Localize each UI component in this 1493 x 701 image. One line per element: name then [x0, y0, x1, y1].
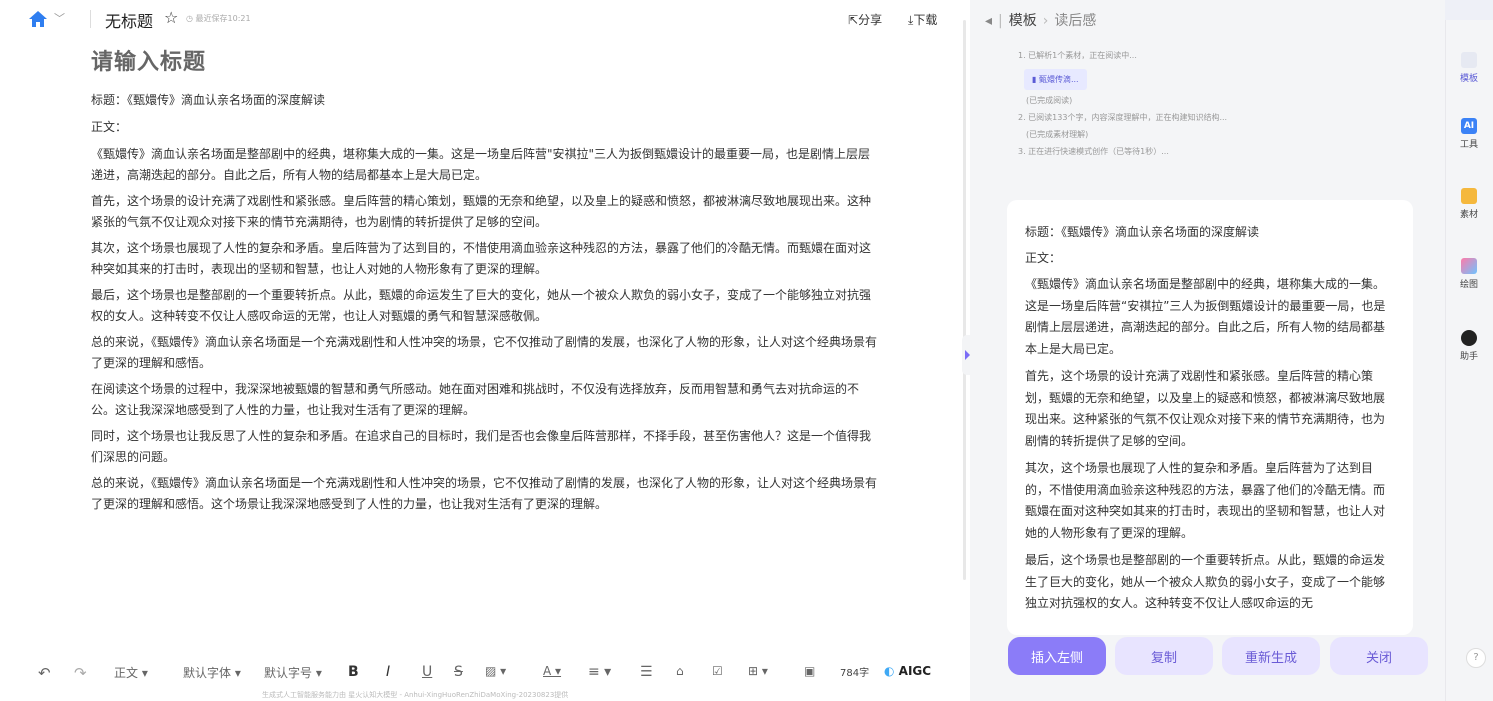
ai-icon: AI	[1461, 118, 1477, 134]
aigc-icon: ◐	[884, 664, 895, 678]
highlight-color-icon[interactable]: ▨ ▾	[485, 664, 506, 678]
clear-format-icon[interactable]: ⌂	[676, 664, 684, 678]
breadcrumb-divider: |	[998, 13, 1003, 29]
title-placeholder[interactable]: 请输入标题	[91, 44, 881, 76]
step-text: (已完成阅读)	[1026, 96, 1073, 105]
step-text: 1. 已解析1个素材，正在阅读中...	[1018, 51, 1137, 60]
rail-item-label: 绘图	[1459, 280, 1478, 290]
editor-scrollbar[interactable]	[963, 20, 966, 580]
top-bar: ﹀ 无标题 ☆ ◷ 最近保存10:21 ⇱分享 ⤓下载	[0, 0, 965, 40]
result-paragraph: 《甄嬛传》滴血认亲名场面是整部剧中的经典，堪称集大成的一集。这是一场皇后阵营“安…	[1025, 277, 1386, 356]
editor-paragraph: 《甄嬛传》滴血认亲名场面是整部剧中的经典，堪称集大成的一集。这是一场皇后阵营"安…	[91, 147, 871, 182]
aigc-label: AIGC	[898, 664, 932, 678]
divider	[90, 10, 91, 28]
rail-item-assistant[interactable]: 助手	[1445, 330, 1493, 362]
editor-paragraph: 其次，这个场景也展现了人性的复杂和矛盾。皇后阵营为了达到目的，不惜使用滴血验亲这…	[91, 241, 872, 276]
table-icon[interactable]: ⊞ ▾	[748, 664, 768, 678]
breadcrumb-chevron-icon: ›	[1042, 13, 1049, 29]
font-family-select[interactable]: 默认字体 ▾	[183, 664, 241, 681]
font-color-icon[interactable]: A ▾	[543, 664, 561, 678]
result-title-line: 标题：《甄嬛传》滴血认亲名场面的深度解读	[1025, 225, 1260, 239]
font-size-value: 默认字号	[264, 666, 313, 680]
help-icon[interactable]: ?	[1466, 648, 1486, 668]
paragraph-style-select[interactable]: 正文 ▾	[114, 664, 148, 681]
rail-item-tools[interactable]: AI 工具	[1445, 118, 1493, 150]
step-text: (已完成素材理解)	[1026, 130, 1089, 139]
breadcrumb-current: 读后感	[1054, 13, 1097, 29]
result-body-label: 正文：	[1025, 251, 1062, 265]
rail-item-label: 模板	[1459, 74, 1478, 84]
list-icon[interactable]: ☰	[640, 664, 653, 680]
editor-paragraph: 在阅读这个场景的过程中，我深深地被甄嬛的智慧和勇气所感动。她在面对困难和挑战时，…	[91, 382, 860, 417]
robot-icon	[1461, 330, 1477, 346]
editor-paragraph: 同时，这个场景也让我反思了人性的复杂和矛盾。在追求自己的目标时，我们是否也会像皇…	[91, 429, 872, 464]
step-text: 3. 正在进行快速模式创作（已等待1秒）...	[1018, 147, 1169, 156]
result-paragraph: 其次，这个场景也展现了人性的复杂和矛盾。皇后阵营为了达到目的，不惜使用滴血验亲这…	[1025, 461, 1386, 540]
editor-paragraph: 总的来说，《甄嬛传》滴血认亲名场面是一个充满戏剧性和人性冲突的场景，它不仅推动了…	[91, 476, 878, 511]
share-button[interactable]: ⇱分享	[848, 11, 882, 28]
undo-icon[interactable]: ↶	[38, 664, 51, 682]
close-button[interactable]: 关闭	[1330, 637, 1428, 675]
folder-icon	[1461, 188, 1477, 204]
editor-paragraph: 首先，这个场景的设计充满了戏剧性和紧张感。皇后阵营的精心策划，甄嬛的无奈和绝望，…	[91, 194, 872, 229]
rail-item-template[interactable]: 模板	[1445, 52, 1493, 84]
word-count: 784字	[840, 668, 870, 679]
download-label: 下载	[913, 13, 938, 27]
save-status-text: 最近保存10:21	[195, 14, 251, 23]
breadcrumb: ◂ | 模板 › 读后感	[985, 10, 1096, 30]
app-root: ﹀ 无标题 ☆ ◷ 最近保存10:21 ⇱分享 ⤓下载 请输入标题 标题：《甄嬛…	[0, 0, 1493, 701]
document-editor[interactable]: 请输入标题 标题：《甄嬛传》滴血认亲名场面的深度解读 正文： 《甄嬛传》滴血认亲…	[91, 44, 881, 520]
editor-paragraph: 最后，这个场景也是整部剧的一个重要转折点。从此，甄嬛的命运发生了巨大的变化，她从…	[91, 288, 872, 323]
star-icon[interactable]: ☆	[164, 8, 178, 27]
breadcrumb-root[interactable]: 模板	[1009, 13, 1037, 29]
redo-icon[interactable]: ↷	[74, 664, 87, 682]
model-footnote: 生成式人工智能服务能力由 星火认知大模型 - Anhui-XingHuoRenZ…	[262, 691, 569, 699]
body-label: 正文：	[91, 120, 128, 134]
insert-left-button[interactable]: 插入左侧	[1008, 637, 1106, 675]
align-icon[interactable]: ≡ ▾	[588, 664, 611, 680]
underline-button[interactable]: U	[422, 664, 432, 680]
rail-item-drawing[interactable]: 绘图	[1445, 258, 1493, 290]
share-icon: ⇱	[848, 13, 859, 27]
drawing-icon	[1461, 258, 1477, 274]
copy-button[interactable]: 复制	[1115, 637, 1213, 675]
file-chip-label: 甄嬛传滴...	[1038, 75, 1079, 84]
regenerate-button[interactable]: 重新生成	[1222, 637, 1320, 675]
editor-paragraph: 总的来说，《甄嬛传》滴血认亲名场面是一个充满戏剧性和人性冲突的场景，它不仅推动了…	[91, 335, 878, 370]
italic-button[interactable]: I	[386, 664, 390, 680]
step-text: 2. 已阅读133个字，内容深度理解中，正在构建知识结构...	[1018, 113, 1228, 122]
generated-result-card: 标题：《甄嬛传》滴血认亲名场面的深度解读 正文： 《甄嬛传》滴血认亲名场面是整部…	[1007, 200, 1413, 635]
title-line: 标题：《甄嬛传》滴血认亲名场面的深度解读	[91, 93, 326, 107]
material-file-chip[interactable]: ▮ 甄嬛传滴...	[1024, 69, 1087, 90]
chevron-down-icon[interactable]: ﹀	[54, 10, 65, 26]
aigc-button[interactable]: ◐ AIGC	[884, 664, 931, 678]
font-size-select[interactable]: 默认字号 ▾	[264, 664, 322, 681]
strikethrough-button[interactable]: S	[454, 664, 463, 680]
home-icon[interactable]	[28, 10, 48, 28]
rail-header	[1445, 0, 1493, 20]
paragraph-style-value: 正文	[114, 666, 139, 680]
image-icon[interactable]: ▣	[804, 664, 815, 678]
progress-steps: 1. 已解析1个素材，正在阅读中... ▮ 甄嬛传滴... (已完成阅读) 2.…	[1018, 47, 1227, 160]
result-paragraph: 首先，这个场景的设计充满了戏剧性和紧张感。皇后阵营的精心策划，甄嬛的无奈和绝望，…	[1025, 369, 1386, 448]
file-icon: ▮	[1032, 75, 1037, 84]
font-family-value: 默认字体	[183, 666, 232, 680]
template-icon	[1461, 52, 1477, 68]
format-toolbar: ↶ ↷ 正文 ▾ 默认字体 ▾ 默认字号 ▾ B I U S ▨ ▾ A ▾ ≡…	[30, 664, 960, 688]
share-label: 分享	[858, 13, 883, 27]
bold-button[interactable]: B	[348, 664, 359, 680]
rail-item-label: 助手	[1459, 352, 1478, 362]
checkbox-icon[interactable]: ☑	[712, 664, 723, 678]
rail-item-label: 素材	[1459, 210, 1478, 220]
rail-item-materials[interactable]: 素材	[1445, 188, 1493, 220]
result-paragraph: 最后，这个场景也是整部剧的一个重要转折点。从此，甄嬛的命运发生了巨大的变化，她从…	[1025, 553, 1386, 610]
rail-item-label: 工具	[1459, 140, 1478, 150]
download-button[interactable]: ⤓下载	[908, 11, 937, 28]
back-icon[interactable]: ◂	[985, 13, 992, 29]
document-title[interactable]: 无标题	[105, 8, 153, 32]
save-status: ◷ 最近保存10:21	[186, 14, 251, 23]
